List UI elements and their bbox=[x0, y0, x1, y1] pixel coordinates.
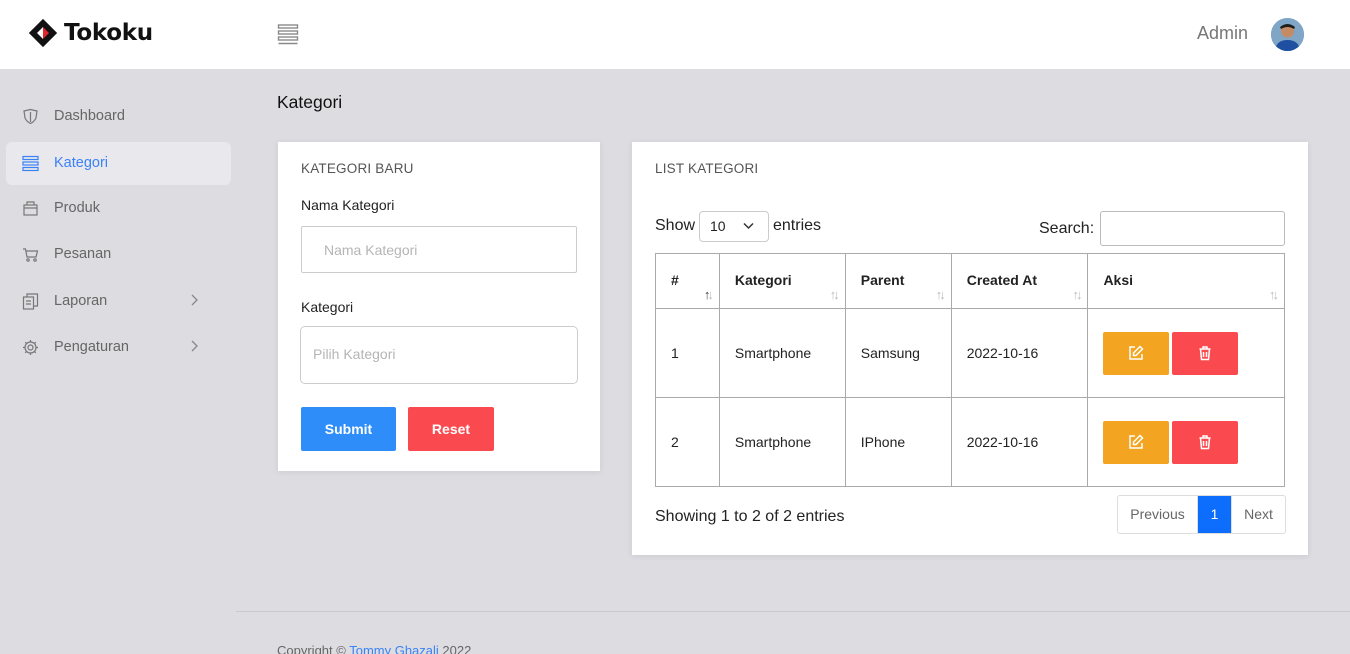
cell-actions bbox=[1087, 308, 1285, 398]
entries-label: entries bbox=[773, 217, 822, 234]
column-label: Kategori bbox=[734, 272, 792, 288]
parent-category-select[interactable]: Pilih Kategori bbox=[300, 326, 578, 384]
column-header-created-at[interactable]: Created At ↑↓ bbox=[950, 253, 1089, 309]
top-navbar: Tokoku Admin bbox=[0, 0, 1350, 69]
cell-parent: IPhone bbox=[844, 397, 952, 487]
chevron-right-icon bbox=[191, 294, 198, 306]
delete-button[interactable] bbox=[1172, 331, 1239, 375]
column-header-aksi[interactable]: Aksi ↑↓ bbox=[1087, 253, 1285, 309]
table-header-row: # ↑↓ Kategori ↑↓ Parent ↑↓ Created At ↑↓ Aks… bbox=[655, 253, 1285, 309]
card-title: LIST KATEGORI bbox=[655, 161, 759, 176]
column-label: Created At bbox=[966, 272, 1037, 288]
category-name-label: Nama Kategori bbox=[301, 197, 395, 213]
table-row: 2 Smartphone IPhone 2022-10-16 bbox=[655, 397, 1285, 487]
menu-toggle-icon[interactable] bbox=[277, 23, 299, 45]
sidebar-item-label: Pengaturan bbox=[54, 339, 129, 355]
user-avatar-icon bbox=[1271, 18, 1304, 51]
column-header-kategori[interactable]: Kategori ↑↓ bbox=[718, 253, 846, 309]
brand-logo[interactable]: Tokoku bbox=[28, 18, 153, 48]
category-name-input[interactable] bbox=[301, 226, 577, 273]
category-list-card: LIST KATEGORI Show 10 entries Search: # ↑… bbox=[632, 142, 1308, 555]
footer-divider bbox=[236, 611, 1350, 612]
sidebar-item-label: Dashboard bbox=[54, 108, 125, 124]
trash-icon bbox=[1199, 345, 1211, 360]
cell-created-at: 2022-10-16 bbox=[950, 397, 1089, 487]
sidebar-item-label: Laporan bbox=[54, 293, 108, 309]
cell-number: 2 bbox=[655, 397, 720, 487]
sidebar-item-label: Produk bbox=[54, 200, 100, 216]
parent-category-label: Kategori bbox=[301, 299, 354, 315]
delete-button[interactable] bbox=[1172, 420, 1239, 464]
edit-icon bbox=[1129, 433, 1144, 449]
entries-length-value: 10 bbox=[710, 218, 726, 234]
sort-icon: ↑↓ bbox=[829, 287, 840, 302]
gear-icon bbox=[23, 340, 38, 355]
edit-button[interactable] bbox=[1103, 420, 1170, 464]
sort-icon: ↑↓ bbox=[1269, 287, 1279, 302]
sidebar-item-laporan[interactable]: Laporan bbox=[6, 280, 231, 323]
column-label: # bbox=[671, 272, 679, 288]
chevron-right-icon bbox=[191, 340, 198, 352]
sidebar-item-dashboard[interactable]: Dashboard bbox=[6, 95, 231, 138]
footer: Copyright © Tommy Ghazali 2022 bbox=[277, 643, 471, 654]
sidebar-item-pengaturan[interactable]: Pengaturan bbox=[6, 326, 231, 369]
documents-icon bbox=[22, 293, 39, 310]
author-link[interactable]: Tommy Ghazali bbox=[349, 643, 439, 654]
chevron-down-icon bbox=[743, 222, 754, 230]
sort-icon: ↑↓ bbox=[703, 287, 714, 302]
copyright-year: 2022 bbox=[442, 643, 472, 654]
reset-button[interactable]: Reset bbox=[408, 407, 494, 451]
column-label: Aksi bbox=[1103, 272, 1134, 288]
sidebar-item-produk[interactable]: Produk bbox=[6, 187, 231, 230]
cell-kategori: Smartphone bbox=[718, 397, 846, 487]
sort-icon: ↑↓ bbox=[1072, 287, 1082, 302]
column-header-number[interactable]: # ↑↓ bbox=[655, 253, 720, 309]
diamond-logo-icon bbox=[28, 18, 58, 48]
sidebar: Dashboard Kategori Produk Pesanan Lapora… bbox=[0, 69, 236, 654]
trash-icon bbox=[1199, 434, 1211, 449]
column-label: Parent bbox=[860, 272, 905, 288]
cell-kategori: Smartphone bbox=[718, 308, 846, 398]
cell-number: 1 bbox=[655, 308, 720, 398]
cell-parent: Samsung bbox=[844, 308, 952, 398]
pagination-previous[interactable]: Previous bbox=[1118, 496, 1198, 533]
submit-button[interactable]: Submit bbox=[301, 407, 396, 451]
sort-icon: ↑↓ bbox=[935, 287, 946, 302]
cell-actions bbox=[1087, 397, 1285, 487]
column-header-parent[interactable]: Parent ↑↓ bbox=[844, 253, 952, 309]
card-title: KATEGORI BARU bbox=[301, 161, 414, 176]
sidebar-item-pesanan[interactable]: Pesanan bbox=[6, 233, 231, 276]
edit-icon bbox=[1129, 344, 1144, 360]
edit-button[interactable] bbox=[1103, 331, 1170, 375]
show-label: Show bbox=[655, 217, 696, 234]
pagination-page-current[interactable]: 1 bbox=[1198, 496, 1231, 533]
pagination: Previous 1 Next bbox=[1117, 495, 1286, 534]
brand-name: Tokoku bbox=[64, 20, 153, 46]
sidebar-item-label: Kategori bbox=[54, 155, 109, 171]
cart-icon bbox=[23, 248, 39, 262]
list-icon bbox=[22, 155, 39, 172]
entries-length-select[interactable]: 10 bbox=[699, 211, 769, 242]
search-label: Search: bbox=[1039, 220, 1095, 237]
sidebar-item-label: Pesanan bbox=[54, 246, 112, 262]
table-info: Showing 1 to 2 of 2 entries bbox=[655, 508, 845, 525]
category-table: # ↑↓ Kategori ↑↓ Parent ↑↓ Created At ↑↓ Aks… bbox=[655, 253, 1285, 487]
table-row: 1 Smartphone Samsung 2022-10-16 bbox=[655, 308, 1285, 398]
user-name[interactable]: Admin bbox=[1197, 23, 1248, 44]
avatar[interactable] bbox=[1271, 18, 1304, 51]
sidebar-item-kategori[interactable]: Kategori bbox=[6, 142, 231, 185]
search-input[interactable] bbox=[1100, 211, 1285, 246]
pagination-next[interactable]: Next bbox=[1231, 496, 1285, 533]
new-category-card: KATEGORI BARU Nama Kategori Kategori Pil… bbox=[278, 142, 600, 471]
cell-created-at: 2022-10-16 bbox=[950, 308, 1089, 398]
page-title: Kategori bbox=[277, 92, 343, 112]
copyright-text: Copyright © bbox=[277, 643, 346, 654]
shield-icon bbox=[23, 108, 38, 125]
package-icon bbox=[23, 201, 38, 216]
